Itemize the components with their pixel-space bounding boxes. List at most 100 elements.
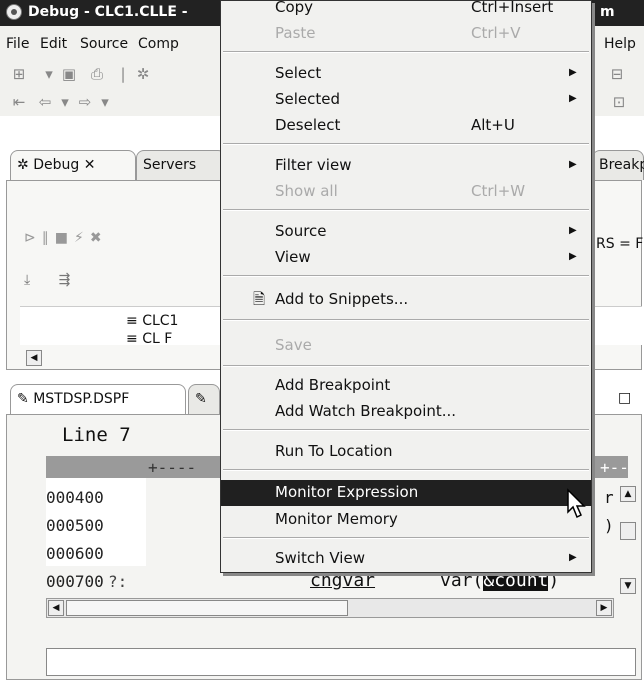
scroll-right-icon[interactable]: ▶	[596, 600, 612, 616]
menu-item-add-breakpoint[interactable]: Add Breakpoint	[221, 373, 591, 397]
thread-icon: ≡	[126, 313, 143, 329]
tab-servers[interactable]: Servers	[136, 150, 226, 180]
menu-separator	[223, 537, 589, 539]
menu-file[interactable]: File	[6, 36, 29, 52]
close-icon[interactable]: ✕	[84, 157, 96, 173]
tab-debug-label: Debug	[33, 157, 80, 173]
save-icon[interactable]: ▣	[60, 66, 78, 82]
tab-breakpoints-label: Breakp	[599, 157, 644, 173]
ruler-right: +--	[600, 458, 629, 477]
menu-separator	[223, 275, 589, 277]
menu-separator	[223, 319, 589, 321]
print-icon[interactable]: ⎙	[88, 66, 106, 82]
maximize-icon[interactable]: □	[618, 390, 631, 406]
menu-separator	[223, 365, 589, 367]
tab-mstdsp[interactable]: ✎ MSTDSP.DSPF	[10, 384, 186, 414]
scroll-left-icon[interactable]: ◀	[48, 600, 64, 616]
menu-item-filter-view[interactable]: Filter view ▶	[221, 153, 591, 177]
disconnect-icon[interactable]: ⚡	[74, 230, 90, 246]
tab-breakpoints[interactable]: Breakp	[592, 150, 644, 180]
menu-separator	[223, 429, 589, 431]
menu-item-monitor-expression[interactable]: Monitor Expression	[221, 480, 591, 506]
back-dropdown-icon[interactable]: ▾	[56, 94, 74, 110]
window-title-suffix: m	[600, 4, 615, 20]
context-menu: Copy Ctrl+Insert Paste Ctrl+V Select ▶ Sele…	[220, 0, 592, 573]
code-fragment: r	[604, 488, 614, 507]
menu-source[interactable]: Source	[80, 36, 128, 52]
menu-item-view[interactable]: View ▶	[221, 245, 591, 269]
menu-separator	[223, 209, 589, 211]
view-icon[interactable]: ⊡	[610, 94, 628, 110]
menu-separator	[223, 51, 589, 53]
app-icon	[6, 4, 22, 20]
expression-fragment: RS = F	[596, 236, 644, 252]
code-argument: var(&count)	[440, 570, 560, 591]
perspective-icon[interactable]: ⊟	[608, 66, 626, 82]
tree-item[interactable]: ≡ CLC1	[126, 313, 178, 329]
debug-icon: ✲	[17, 157, 29, 173]
submenu-arrow-icon: ▶	[569, 225, 577, 236]
menu-edit[interactable]: Edit	[40, 36, 67, 52]
menu-item-select[interactable]: Select ▶	[221, 61, 591, 85]
submenu-arrow-icon: ▶	[569, 67, 577, 78]
menu-item-copy[interactable]: Copy Ctrl+Insert	[221, 0, 591, 19]
submenu-arrow-icon: ▶	[569, 159, 577, 170]
menu-separator	[223, 143, 589, 145]
forward-icon[interactable]: ⇨	[76, 94, 94, 110]
window-title: Debug - CLC1.CLLE -	[28, 4, 188, 20]
tab-mstdsp-label: MSTDSP.DSPF	[33, 391, 130, 407]
forward-dropdown-icon[interactable]: ▾	[96, 94, 114, 110]
menu-item-run-to-location[interactable]: Run To Location	[221, 439, 591, 463]
code-keyword: chgvar	[310, 570, 376, 591]
new-icon[interactable]: ⊞	[10, 66, 28, 82]
remove-icon[interactable]: ✖	[90, 230, 108, 246]
line-number: 000600	[46, 544, 104, 563]
tab-servers-label: Servers	[143, 157, 197, 173]
submenu-arrow-icon: ▶	[569, 552, 577, 563]
back-icon[interactable]: ⇦	[36, 94, 54, 110]
line-number: 000500	[46, 516, 104, 535]
pencil-icon: ✎	[17, 391, 29, 407]
line-tail: ?:	[108, 572, 128, 591]
tab-editor-second[interactable]: ✎	[188, 384, 220, 414]
debug-controls: ⊳∥■⚡✖	[24, 230, 108, 246]
scroll-down-icon[interactable]: ▼	[620, 578, 636, 594]
tree-item[interactable]: ≡ CL F	[126, 331, 172, 345]
vertical-scroll-thumb[interactable]	[620, 522, 636, 540]
line-number: 000400	[46, 488, 104, 507]
pencil-icon: ✎	[195, 391, 207, 407]
scroll-up-icon[interactable]: ▲	[620, 486, 636, 502]
menu-item-monitor-memory[interactable]: Monitor Memory	[221, 507, 591, 531]
suspend-icon[interactable]: ∥	[42, 230, 55, 246]
last-edit-icon[interactable]: ⇤	[10, 94, 28, 110]
menu-item-add-watch-breakpoint[interactable]: Add Watch Breakpoint...	[221, 399, 591, 423]
separator-icon: |	[120, 65, 126, 83]
submenu-arrow-icon: ▶	[569, 251, 577, 262]
tree-collapse-icon[interactable]: ⇶	[59, 272, 71, 288]
code-fragment: )	[604, 516, 614, 535]
tree-expand-icon[interactable]: ⤓	[24, 272, 30, 288]
submenu-arrow-icon: ▶	[569, 93, 577, 104]
menu-item-add-to-snippets[interactable]: 🗎 Add to Snippets...	[221, 287, 591, 311]
editor-header: Line 7	[62, 424, 131, 446]
tab-debug[interactable]: ✲ Debug ✕	[10, 150, 136, 180]
terminate-icon[interactable]: ■	[55, 230, 74, 246]
resume-icon[interactable]: ⊳	[24, 230, 42, 246]
menu-item-deselect[interactable]: Deselect Alt+U	[221, 113, 591, 137]
menu-item-selected[interactable]: Selected ▶	[221, 87, 591, 111]
tree-toolbar: ⤓ ⇶	[24, 272, 70, 288]
debug-icon[interactable]: ✲	[134, 66, 152, 82]
menu-item-source[interactable]: Source ▶	[221, 219, 591, 243]
menu-item-switch-view[interactable]: Switch View ▶	[221, 546, 591, 570]
menu-help[interactable]: Help	[604, 36, 636, 52]
menu-compile[interactable]: Comp	[138, 36, 179, 52]
command-input[interactable]	[46, 648, 636, 676]
dropdown-icon[interactable]: ▾	[40, 66, 58, 82]
thread-icon: ≡	[126, 331, 143, 345]
scroll-left-icon[interactable]: ◀	[26, 350, 42, 366]
menu-item-save: Save	[275, 336, 312, 354]
selected-text: &count	[483, 570, 549, 591]
horizontal-scroll-thumb[interactable]	[66, 600, 348, 616]
mouse-cursor-icon	[567, 488, 586, 519]
menu-item-paste: Paste Ctrl+V	[275, 24, 521, 42]
